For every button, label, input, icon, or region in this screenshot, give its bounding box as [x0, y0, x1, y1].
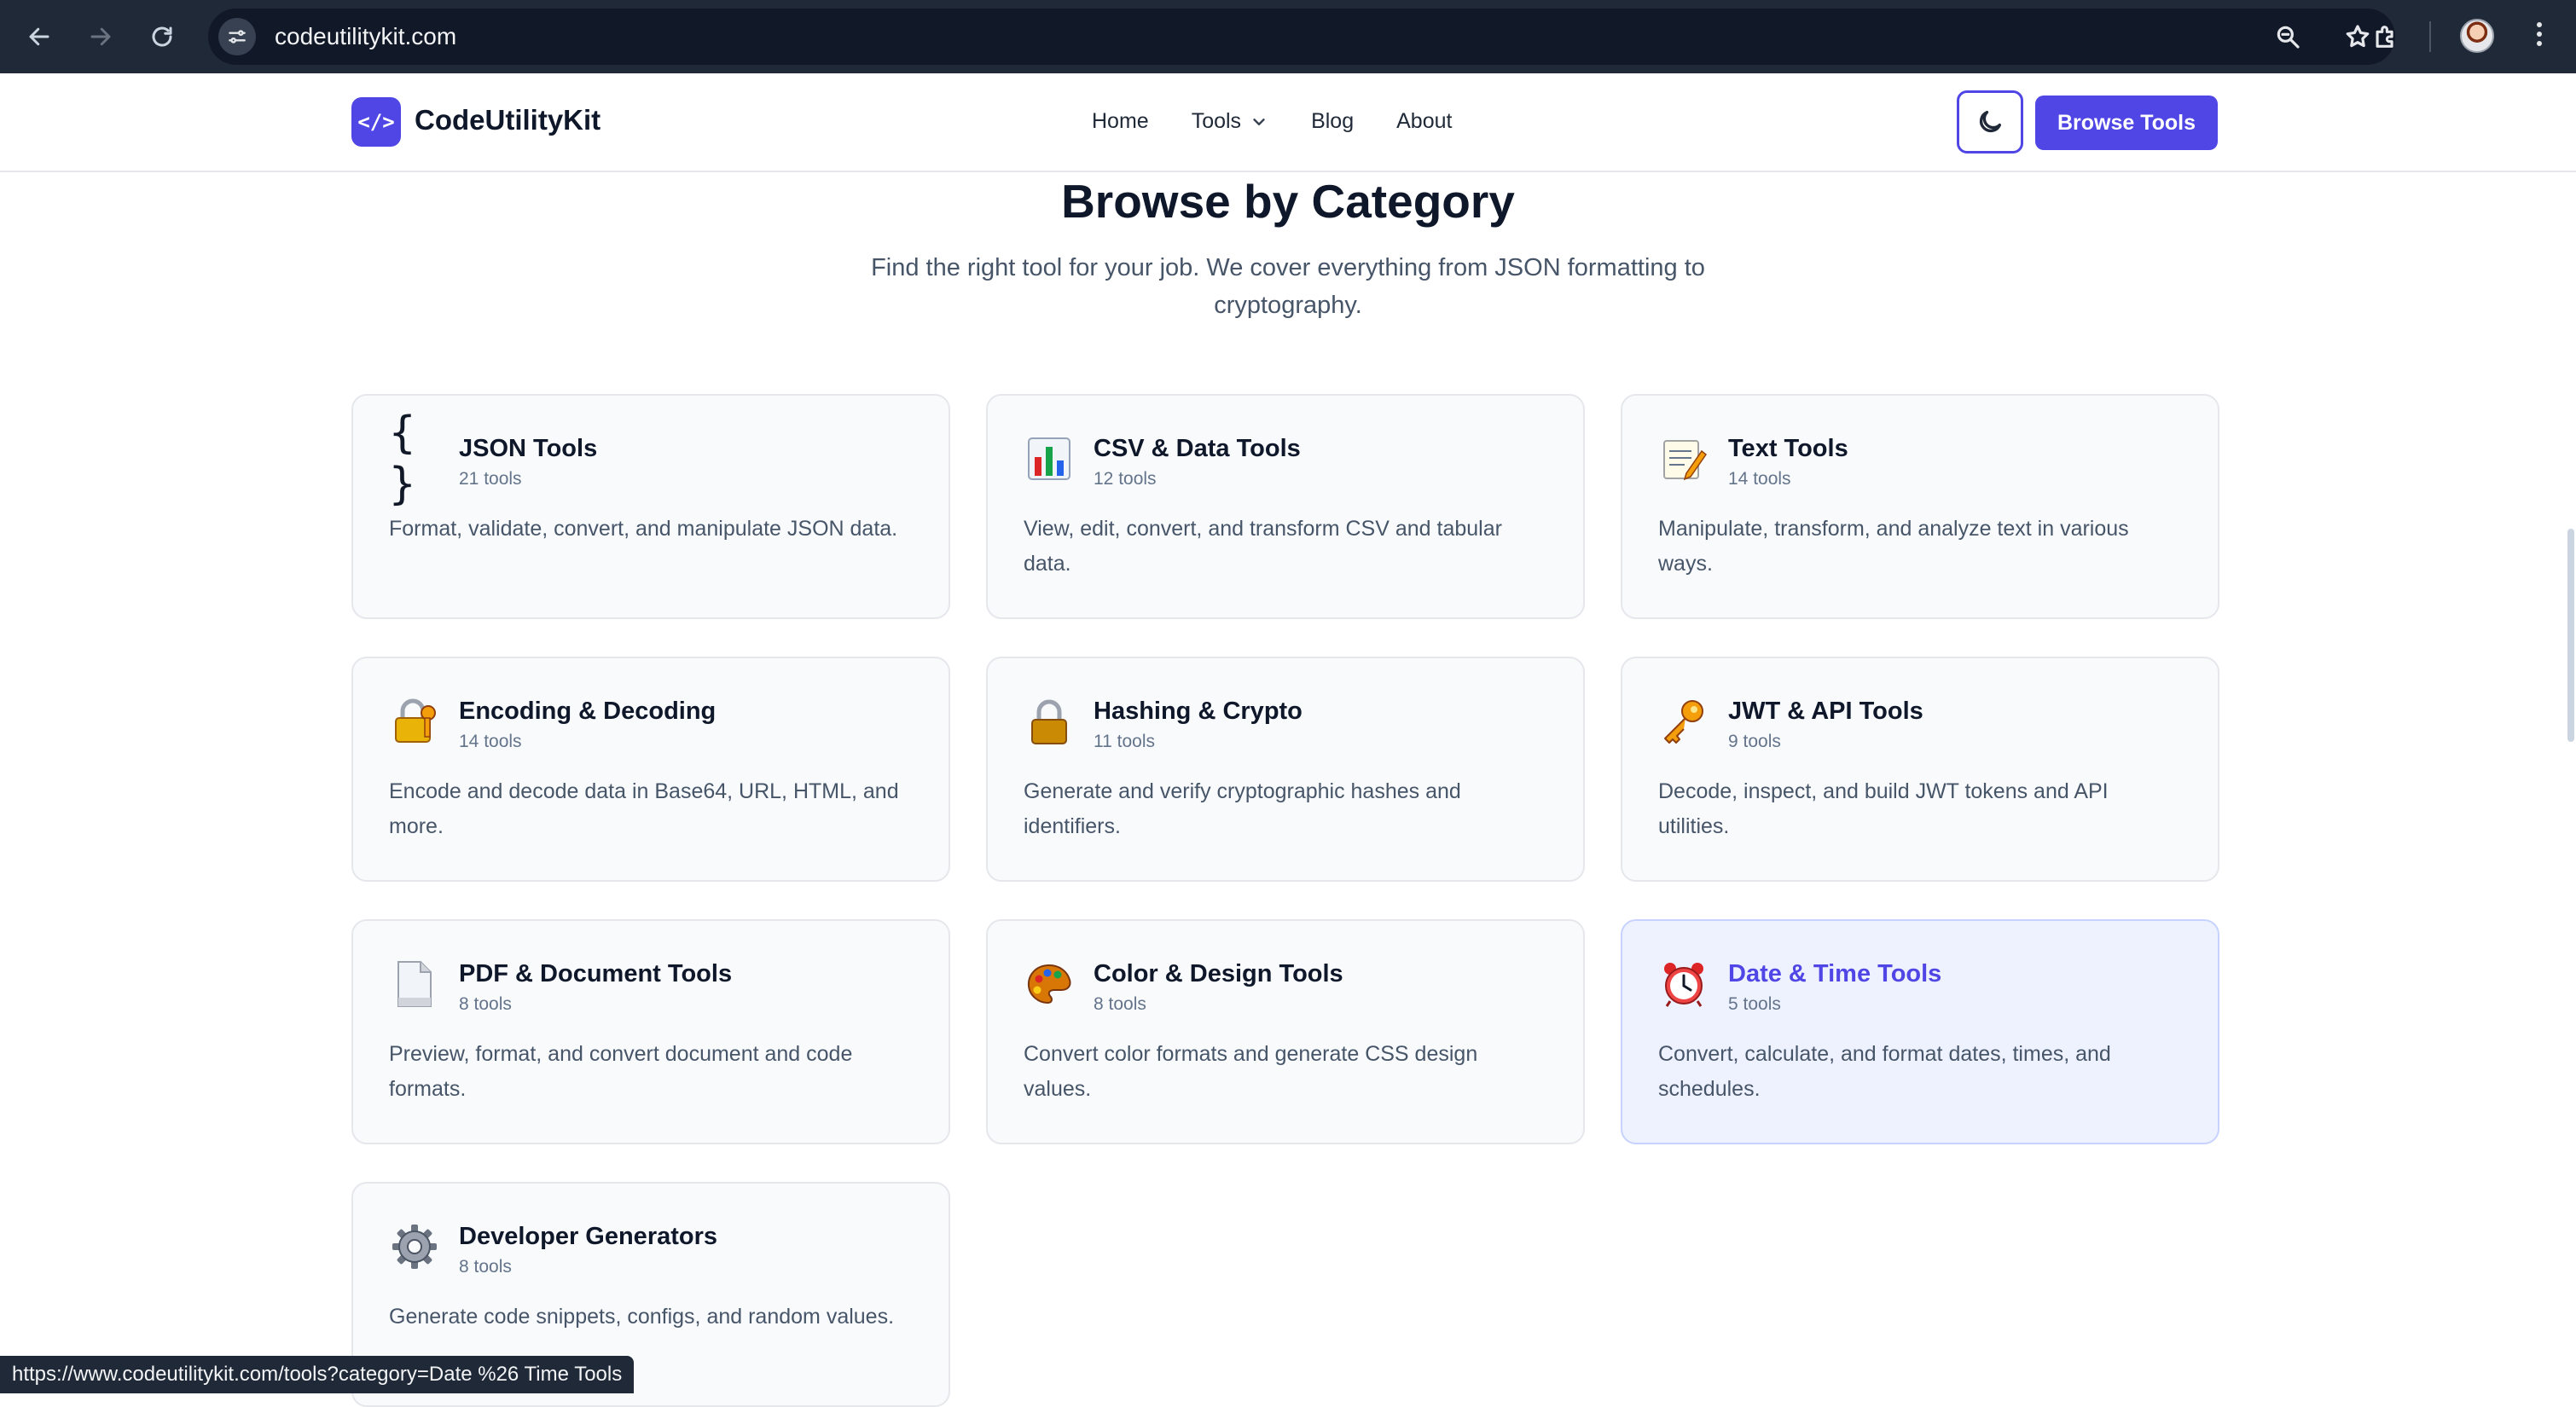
gear-icon	[389, 1221, 440, 1272]
category-count: 14 tools	[1728, 469, 1791, 489]
category-card-active[interactable]: Date & Time Tools 5 tools Convert, calcu…	[1621, 919, 2219, 1144]
category-card[interactable]: Color & Design Tools 8 tools Convert col…	[986, 919, 1585, 1144]
nav-blog[interactable]: Blog	[1311, 109, 1354, 134]
category-card[interactable]: JWT & API Tools 9 tools Decode, inspect,…	[1621, 657, 2219, 882]
forward-button[interactable]	[77, 13, 125, 61]
nav-home[interactable]: Home	[1092, 109, 1149, 134]
address-bar[interactable]: codeutilitykit.com	[208, 9, 2395, 65]
tune-icon	[229, 30, 246, 43]
brand-name[interactable]: CodeUtilityKit	[415, 104, 600, 136]
browse-tools-button[interactable]: Browse Tools	[2035, 96, 2218, 150]
category-description: Encode and decode data in Base64, URL, H…	[389, 779, 899, 838]
category-description: Decode, inspect, and build JWT tokens an…	[1658, 779, 2109, 838]
category-description: Preview, format, and convert document an…	[389, 1042, 853, 1101]
category-count: 8 tools	[459, 994, 512, 1014]
category-name: JWT & API Tools	[1728, 698, 1923, 725]
category-name: Text Tools	[1728, 435, 1848, 462]
category-description: Convert color formats and generate CSS d…	[1024, 1042, 1478, 1101]
memo-icon	[1658, 433, 1709, 484]
category-description: Generate code snippets, configs, and ran…	[389, 1305, 895, 1329]
category-description: Format, validate, convert, and manipulat…	[389, 517, 898, 541]
reload-icon	[152, 26, 172, 47]
category-card[interactable]: CSV & Data Tools 12 tools View, edit, co…	[986, 394, 1585, 619]
section-title: Browse by Category	[1061, 175, 1515, 228]
main-nav: Home Tools Blog About	[1092, 109, 1494, 134]
alarm-clock-icon	[1658, 958, 1709, 1010]
category-description: View, edit, convert, and transform CSV a…	[1024, 517, 1502, 576]
category-name: PDF & Document Tools	[459, 960, 733, 987]
bar-chart-icon	[1024, 433, 1075, 484]
category-card[interactable]: Hashing & Crypto 11 tools Generate and v…	[986, 657, 1585, 882]
moon-icon	[1979, 110, 2002, 133]
category-description: Convert, calculate, and format dates, ti…	[1658, 1042, 2111, 1101]
category-count: 12 tools	[1094, 469, 1157, 489]
link-status-bar: https://www.codeutilitykit.com/tools?cat…	[0, 1356, 635, 1393]
nav-tools[interactable]: Tools	[1192, 109, 1268, 134]
category-count: 14 tools	[459, 732, 522, 751]
lock-key-icon	[389, 696, 440, 747]
url-text[interactable]: codeutilitykit.com	[275, 23, 456, 50]
category-count: 11 tools	[1094, 732, 1155, 751]
nav-tools-label: Tools	[1191, 109, 1242, 133]
category-description: Manipulate, transform, and analyze text …	[1658, 517, 2129, 576]
theme-toggle-button[interactable]	[1957, 90, 2023, 153]
braces-icon: { }	[389, 408, 416, 510]
category-name: JSON Tools	[459, 435, 598, 462]
site-header: </> CodeUtilityKit Home Tools Blog About…	[0, 73, 2576, 172]
category-card[interactable]: PDF & Document Tools 8 tools Preview, fo…	[351, 919, 950, 1144]
section-subtitle: Find the right tool for your job. We cov…	[871, 254, 1705, 319]
profile-avatar[interactable]	[2460, 19, 2494, 53]
chevron-down-icon	[1253, 118, 1265, 125]
category-count: 21 tools	[459, 469, 522, 489]
category-name: Developer Generators	[459, 1223, 718, 1250]
arrow-right-icon	[90, 27, 111, 46]
category-name: Color & Design Tools	[1094, 960, 1343, 987]
reload-button[interactable]	[138, 13, 186, 61]
category-name: Date & Time Tools	[1728, 960, 1942, 987]
toolbar-divider	[2429, 21, 2431, 52]
category-count: 8 tools	[1094, 994, 1146, 1014]
nav-about[interactable]: About	[1396, 109, 1452, 134]
padlock-icon	[1024, 696, 1075, 747]
page-scrollbar[interactable]	[2567, 529, 2574, 742]
extensions-button[interactable]	[2371, 22, 2400, 55]
category-name: Hashing & Crypto	[1094, 698, 1303, 725]
browser-toolbar: codeutilitykit.com	[0, 0, 2576, 73]
palette-icon	[1024, 958, 1075, 1010]
document-icon	[389, 958, 440, 1010]
menu-icon[interactable]	[2527, 22, 2552, 46]
puzzle-icon	[2376, 26, 2393, 48]
back-button[interactable]	[15, 13, 63, 61]
category-name: CSV & Data Tools	[1094, 435, 1301, 462]
key-icon	[1658, 696, 1709, 747]
category-description: Generate and verify cryptographic hashes…	[1024, 779, 1461, 838]
category-count: 5 tools	[1728, 994, 1781, 1014]
site-info-button[interactable]	[218, 18, 256, 55]
category-card[interactable]: Text Tools 14 tools Manipulate, transfor…	[1621, 394, 2219, 619]
category-grid: { } JSON Tools 21 tools Format, validate…	[351, 394, 2219, 1407]
arrow-left-icon	[29, 27, 49, 46]
category-card[interactable]: { } JSON Tools 21 tools Format, validate…	[351, 394, 950, 619]
category-name: Encoding & Decoding	[459, 698, 717, 725]
category-card[interactable]: Encoding & Decoding 14 tools Encode and …	[351, 657, 950, 882]
star-icon[interactable]	[2344, 23, 2371, 50]
logo-icon[interactable]: </>	[351, 97, 401, 147]
category-count: 8 tools	[459, 1257, 512, 1277]
zoom-icon[interactable]	[2274, 23, 2301, 50]
category-count: 9 tools	[1728, 732, 1781, 751]
